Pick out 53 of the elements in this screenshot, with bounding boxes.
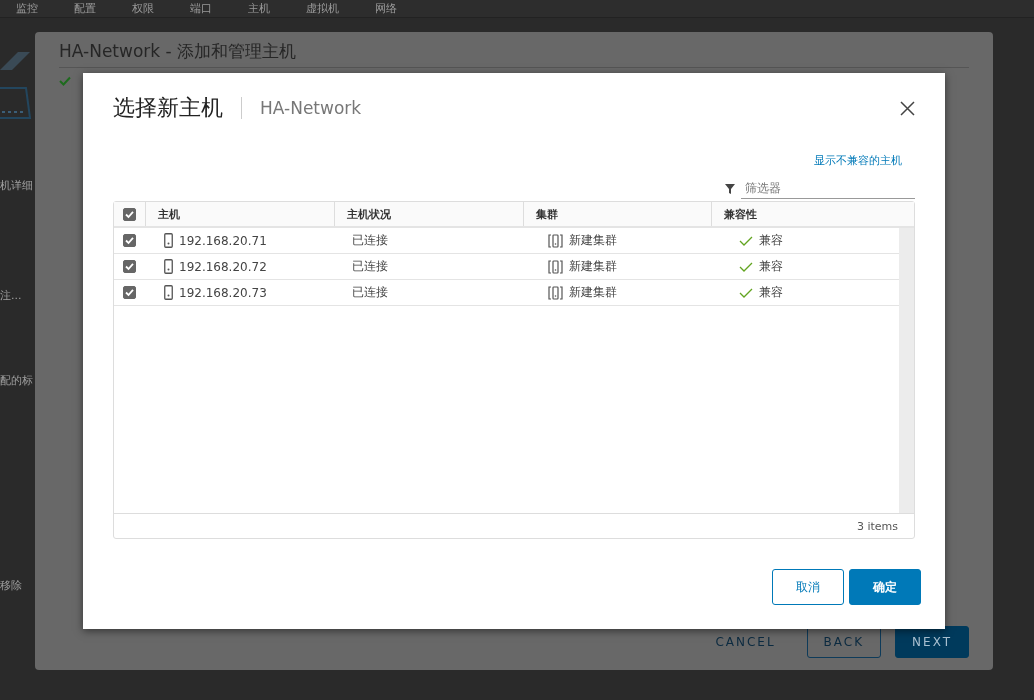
host-status: 已连接	[352, 258, 388, 275]
sidebar-text: 机详细	[0, 178, 34, 193]
sidebar-text: 移除	[0, 578, 23, 593]
check-icon	[739, 261, 753, 272]
wizard-button[interactable]: NEXT	[895, 626, 969, 658]
select-all-checkbox[interactable]	[123, 207, 136, 221]
compatibility-text: 兼容	[759, 284, 783, 301]
server-icon	[164, 259, 173, 274]
nav-tab[interactable]: 主机	[248, 1, 270, 16]
compatibility-text: 兼容	[759, 232, 783, 249]
sidebar-text: 注...	[0, 288, 23, 303]
nav-tab[interactable]: 配置	[74, 1, 96, 16]
check-icon	[739, 235, 753, 246]
nav-tab[interactable]: 网络	[375, 1, 397, 16]
confirm-button[interactable]: 确定	[849, 569, 921, 605]
sidebar-text: 配的标	[0, 373, 34, 388]
server-icon	[164, 233, 173, 248]
column-header[interactable]: 主机状况	[334, 202, 523, 226]
compatibility-text: 兼容	[759, 258, 783, 275]
host-address: 192.168.20.71	[179, 233, 267, 248]
cluster-name: 新建集群	[569, 232, 617, 249]
cancel-button[interactable]: 取消	[772, 569, 844, 605]
cluster-icon	[548, 285, 563, 300]
check-icon	[739, 287, 753, 298]
nav-tab[interactable]: 权限	[132, 1, 154, 16]
row-checkbox[interactable]	[123, 234, 136, 247]
column-header[interactable]: 集群	[523, 202, 711, 226]
scrollbar[interactable]	[899, 228, 914, 513]
wizard-title: HA-Network - 添加和管理主机	[59, 40, 969, 68]
wizard-button[interactable]: CANCEL	[698, 626, 793, 658]
nav-tab[interactable]: 监控	[16, 1, 38, 16]
item-count: 3 items	[856, 519, 898, 533]
host-status: 已连接	[352, 284, 388, 301]
dialog-subtitle: HA-Network	[260, 98, 362, 118]
close-icon[interactable]	[900, 100, 915, 116]
nav-tab[interactable]: 端口	[190, 1, 212, 16]
row-checkbox[interactable]	[123, 286, 136, 299]
cluster-name: 新建集群	[569, 284, 617, 301]
nav-tab[interactable]: 虚拟机	[306, 1, 339, 16]
check-icon	[59, 76, 71, 86]
cluster-name: 新建集群	[569, 258, 617, 275]
host-status: 已连接	[352, 232, 388, 249]
cluster-icon	[548, 233, 563, 248]
dialog-title: 选择新主机	[113, 94, 223, 122]
show-incompatible-link[interactable]: 显示不兼容的主机	[814, 153, 902, 168]
server-icon	[164, 285, 173, 300]
filter-icon	[725, 183, 735, 194]
row-checkbox[interactable]	[123, 260, 136, 273]
cluster-icon	[548, 259, 563, 274]
column-header[interactable]: 主机	[145, 202, 334, 226]
host-address: 192.168.20.72	[179, 259, 267, 274]
host-address: 192.168.20.73	[179, 285, 267, 300]
column-header[interactable]: 兼容性	[711, 202, 914, 226]
